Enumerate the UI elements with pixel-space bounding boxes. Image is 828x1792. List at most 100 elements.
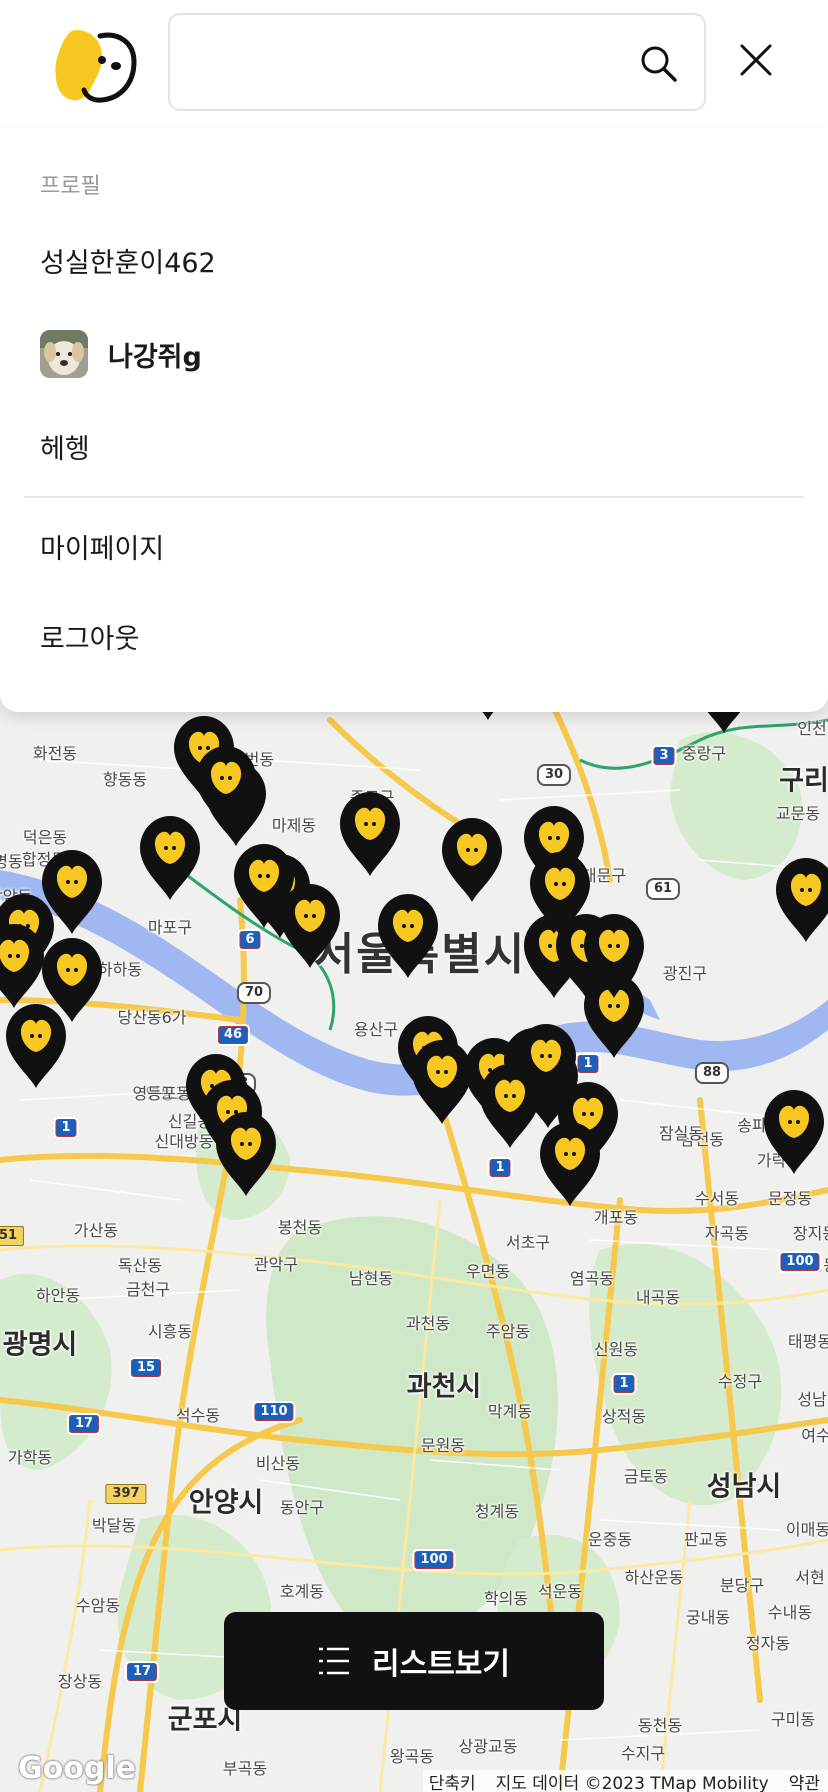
app-logo[interactable] — [52, 26, 138, 104]
profile-item-label: 성실한훈이462 — [40, 247, 216, 279]
map-place-label: 덕은동 — [22, 828, 68, 847]
map-marker-pin[interactable] — [436, 814, 508, 904]
map-place-label: 잠실동 — [658, 1124, 704, 1143]
map-place-label: 궁내동 — [685, 1608, 731, 1627]
map-marker-pin[interactable] — [372, 890, 444, 980]
map-place-label: 하산운동 — [624, 1568, 684, 1587]
map-place-label: 막계동 — [487, 1402, 533, 1421]
route-shield: 15 — [128, 1357, 164, 1379]
route-shield: 100 — [412, 1549, 456, 1571]
map-place-label: 금천구 — [125, 1280, 171, 1299]
route-shield: 1 — [53, 1117, 79, 1139]
route-shield: 61 — [645, 878, 681, 900]
map-place-label: 운중동 — [587, 1530, 633, 1549]
map-place-label: 왕곡동 — [389, 1747, 435, 1766]
list-icon — [319, 1647, 349, 1675]
map-place-label: 수암동 — [75, 1596, 121, 1615]
map-place-label: 장지동 — [792, 1224, 828, 1243]
map-shortcuts-link[interactable]: 단축키 — [429, 1769, 476, 1792]
pin-icon — [378, 894, 438, 978]
route-shield: 3 — [651, 745, 677, 767]
map-marker-pin[interactable] — [534, 1118, 606, 1208]
header — [0, 0, 828, 128]
google-logo: Google — [18, 1751, 136, 1786]
map-place-label: 중랑구 — [681, 744, 727, 763]
map-place-label: 수지구 — [620, 1744, 666, 1763]
menu-item-label: 로그아웃 — [40, 623, 140, 655]
map-place-label: 시흥동 — [147, 1322, 193, 1341]
route-shield: 397 — [105, 1484, 147, 1504]
map-marker-pin[interactable] — [190, 742, 262, 832]
map-place-label: 판교동 — [683, 1530, 729, 1549]
map-marker-pin[interactable] — [578, 910, 650, 1000]
route-shield: 17 — [66, 1413, 102, 1435]
pin-icon — [216, 1112, 276, 1196]
map-place-label: 여수 — [801, 1426, 828, 1445]
map-place-label: 독산동 — [117, 1256, 163, 1275]
profile-item-0[interactable]: 성실한훈이462 — [40, 240, 216, 280]
dropdown-divider — [24, 496, 804, 498]
map-place-label: 성남시 — [706, 1471, 782, 1503]
profile-dropdown: 프로필 성실한훈이462 나강쥐g 헤헹 마이페이지 로그아웃 — [0, 128, 828, 712]
route-shield: 110 — [252, 1401, 296, 1423]
route-shield: 1 — [611, 1373, 637, 1395]
search-icon[interactable] — [638, 43, 678, 83]
map-place-label: 관악구 — [253, 1255, 299, 1274]
logout-menu-item[interactable]: 로그아웃 — [40, 616, 139, 656]
list-view-button-label: 리스트보기 — [372, 1647, 510, 1682]
map-attribution: 단축키 지도 데이터 ©2023 TMap Mobility 약관 — [422, 1769, 828, 1792]
map-place-label: 청계동 — [474, 1502, 520, 1521]
map-place-label: 서현 — [795, 1568, 825, 1587]
route-shield: 17 — [124, 1661, 160, 1683]
search-input[interactable] — [190, 37, 614, 89]
profile-item-2[interactable]: 헤헹 — [40, 426, 90, 466]
map-marker-pin[interactable] — [770, 854, 828, 944]
pin-icon — [196, 746, 256, 830]
close-icon[interactable] — [734, 38, 778, 82]
map-place-label: 금토동 — [623, 1467, 669, 1486]
map-place-label: 교문동 — [775, 804, 821, 823]
map-place-label: 호계동 — [279, 1582, 325, 1601]
map-marker-pin[interactable] — [0, 1000, 72, 1090]
map-place-label: 가산동 — [73, 1221, 119, 1240]
mypage-menu-item[interactable]: 마이페이지 — [40, 526, 164, 566]
map-place-label: 주암동 — [485, 1322, 531, 1341]
map-place-label: 화전동 — [32, 744, 78, 763]
map-marker-pin[interactable] — [210, 1108, 282, 1198]
route-shield: 1 — [487, 1157, 513, 1179]
app-logo-icon — [55, 30, 137, 103]
map-place-label: 장상동 — [57, 1672, 103, 1691]
route-shield: 51 — [0, 1226, 25, 1246]
map-place-label: 과천동 — [405, 1314, 451, 1333]
map-place-label: 향동동 — [102, 770, 148, 789]
map-place-label: 박달동 — [91, 1516, 137, 1535]
map-marker-pin[interactable] — [274, 880, 346, 970]
map-place-label: 동천동 — [637, 1716, 683, 1735]
map-place-label: 봉천동 — [277, 1218, 323, 1237]
map-place-label: 정자동 — [745, 1634, 791, 1653]
map-place-label: 당산동6가 — [117, 1008, 187, 1027]
profile-section-title: 프로필 — [40, 174, 101, 199]
map-place-label: 염곡동 — [569, 1269, 615, 1288]
map-place-label: 구미동 — [770, 1710, 816, 1729]
list-view-button[interactable]: 리스트보기 — [224, 1612, 604, 1710]
map-place-label: 광진구 — [662, 964, 708, 983]
map-data-credit: 지도 데이터 ©2023 TMap Mobility — [495, 1773, 769, 1792]
map-place-label: 석운동 — [537, 1582, 583, 1601]
map-place-label: 수내동 — [767, 1603, 813, 1622]
route-shield: 70 — [236, 982, 272, 1004]
map-place-label: 학의동 — [483, 1589, 529, 1608]
pin-icon — [584, 914, 644, 998]
profile-item-1[interactable]: 나강쥐g — [40, 330, 202, 378]
map-place-label: 구리 — [779, 765, 828, 797]
map-place-label: 자곡동 — [704, 1224, 750, 1243]
route-shield: 100 — [778, 1251, 822, 1273]
map-marker-pin[interactable] — [758, 1086, 828, 1176]
map-marker-pin[interactable] — [334, 788, 406, 878]
map-place-label: 분당구 — [719, 1576, 765, 1595]
map-place-label: 안양시 — [188, 1487, 264, 1519]
map-place-label: 성남 — [797, 1390, 827, 1409]
map-place-label: 신원동 — [593, 1340, 639, 1359]
map-place-label: 과천시 — [406, 1371, 482, 1403]
map-terms-link[interactable]: 약관 — [789, 1769, 820, 1792]
